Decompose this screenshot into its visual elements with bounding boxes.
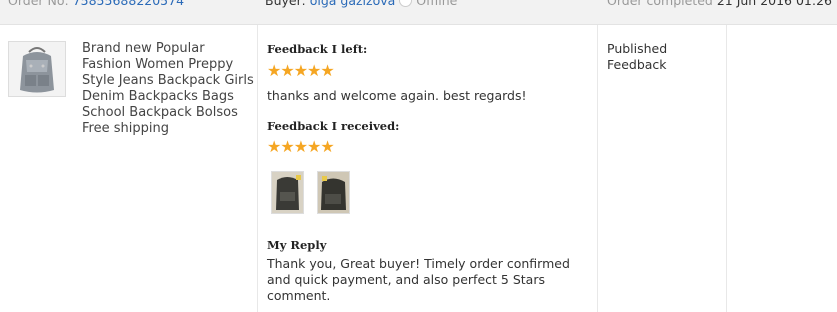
star-icon: ★ (320, 137, 334, 156)
order-completed-group: Order completed 21 Jun 2016 01:26 (607, 0, 832, 9)
online-status-text: Offline (416, 0, 458, 8)
star-icon: ★ (293, 137, 308, 156)
order-number-group: Order No: 75855688220574 (8, 0, 184, 9)
order-completed-date: 21 Jun 2016 01:26 (716, 0, 833, 8)
order-completed-label: Order completed (607, 0, 713, 8)
feedback-status: Published Feedback (607, 41, 668, 72)
star-icon: ★ (280, 61, 294, 80)
backpack-image (9, 42, 65, 96)
buyer-photo-thumbnail[interactable] (317, 171, 350, 214)
my-reply-text: Thank you, Great buyer! Timely order con… (267, 256, 570, 303)
actions-cell (727, 25, 837, 312)
feedback-received-rating: ★★★★★ (267, 137, 335, 156)
feedback-left-rating: ★★★★★ (267, 61, 335, 80)
star-icon: ★ (280, 137, 294, 156)
star-icon: ★ (267, 137, 281, 156)
star-icon: ★ (307, 137, 321, 156)
star-icon: ★ (267, 61, 281, 80)
product-title-link[interactable]: Brand new Popular Fashion Women Preppy S… (82, 41, 257, 137)
buyer-photo-thumbnail[interactable] (271, 171, 304, 214)
feedback-left-comment: thanks and welcome again. best regards! (267, 88, 527, 103)
online-status-icon (399, 0, 413, 7)
order-number-link[interactable]: 75855688220574 (73, 0, 184, 8)
star-icon: ★ (320, 61, 334, 80)
my-reply-heading: My Reply (267, 238, 327, 252)
order-number-label: Order No: (8, 0, 69, 8)
feedback-cell: Feedback I left: ★★★★★ thanks and welcom… (258, 25, 598, 312)
feedback-received-heading: Feedback I received: (267, 119, 400, 133)
product-cell: Brand new Popular Fashion Women Preppy S… (0, 25, 258, 312)
order-header-bar: Order No: 75855688220574 Buyer: olga gaz… (0, 0, 837, 25)
star-icon: ★ (293, 61, 308, 80)
product-thumbnail[interactable] (8, 41, 66, 97)
feedback-left-heading: Feedback I left: (267, 42, 368, 56)
buyer-label: Buyer: (265, 0, 306, 8)
backpack-photo-image (272, 172, 303, 213)
status-cell: Published Feedback (598, 25, 727, 312)
star-icon: ★ (307, 61, 321, 80)
buyer-name-link[interactable]: olga gazizova (310, 0, 396, 8)
backpack-photo-image (318, 172, 349, 213)
buyer-group: Buyer: olga gazizova Offline (265, 0, 457, 9)
